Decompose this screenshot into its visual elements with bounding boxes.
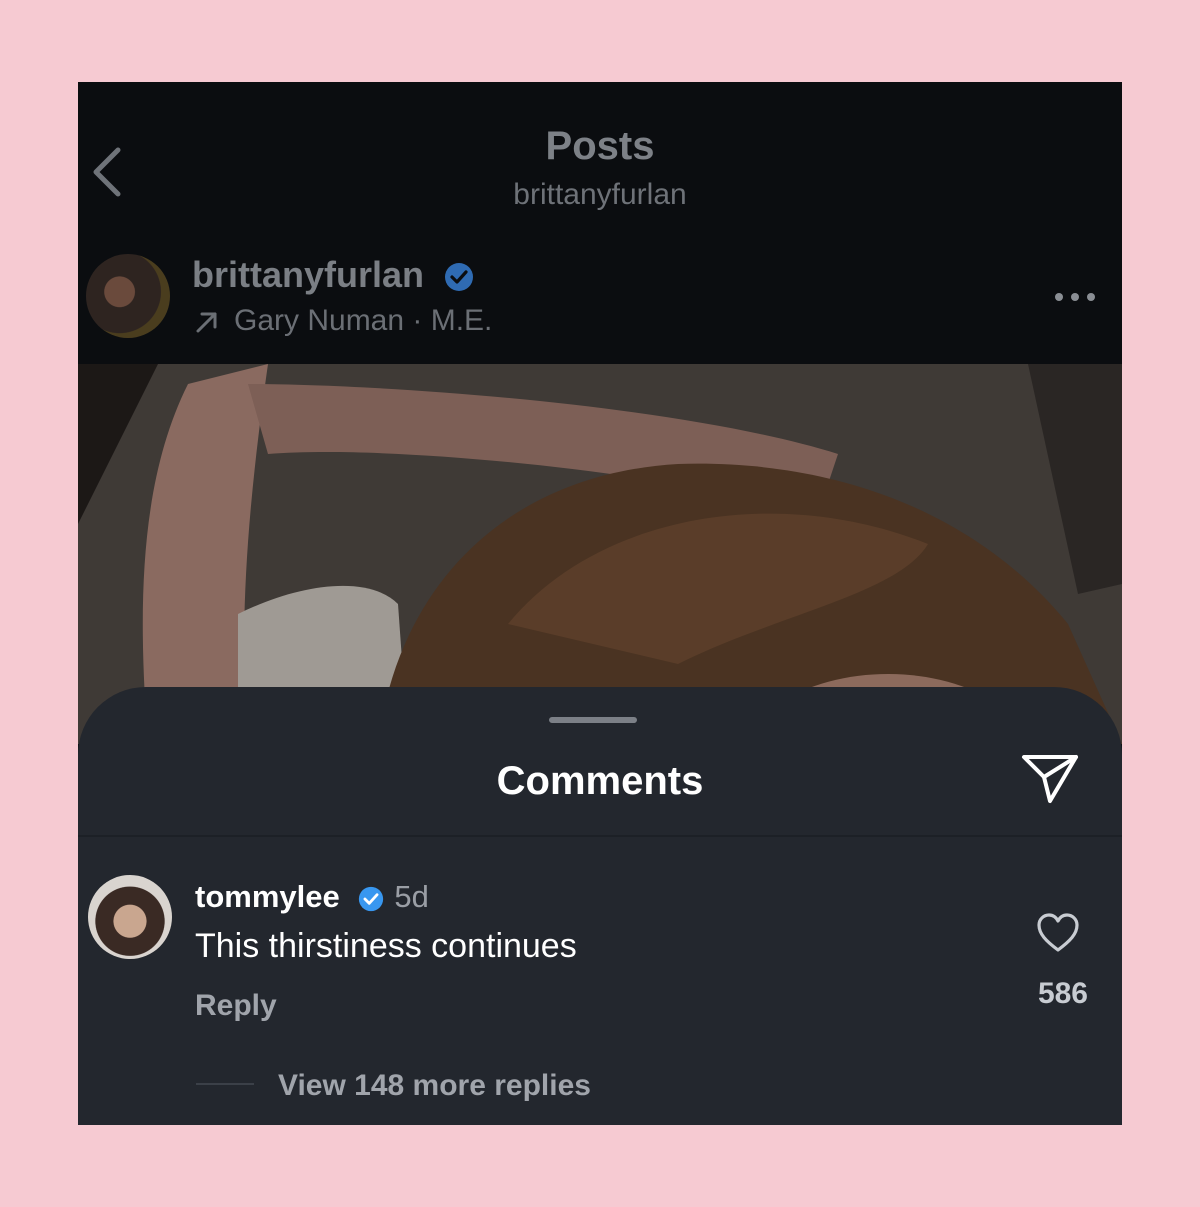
post-author-avatar[interactable] (86, 254, 170, 338)
top-nav-bar: Posts brittanyfurlan (78, 82, 1122, 232)
arrow-up-right-icon (196, 312, 217, 333)
more-dots-icon[interactable] (1054, 292, 1096, 302)
post-header: brittanyfurlan Gary Numan · M.E. (78, 232, 1122, 364)
page-title: Posts (545, 124, 655, 168)
comment-meta: tommylee 5d (195, 879, 429, 915)
divider (78, 835, 1122, 837)
view-replies-button[interactable]: View 148 more replies (278, 1069, 591, 1103)
comment-avatar[interactable] (88, 875, 172, 959)
music-attribution[interactable]: Gary Numan · M.E. (194, 304, 492, 338)
heart-icon[interactable] (1036, 913, 1080, 953)
verified-badge-icon (445, 263, 474, 292)
post-author-username[interactable]: brittanyfurlan (192, 254, 424, 295)
comment-text: This thirstiness continues (195, 927, 577, 965)
replies-line (196, 1083, 254, 1085)
like-count: 586 (1037, 977, 1088, 1010)
page-subtitle: brittanyfurlan (513, 178, 687, 211)
comments-sheet: Comments tommylee 5d This thirstiness co… (78, 687, 1122, 1125)
verified-badge-icon (359, 886, 384, 911)
music-label: Gary Numan · M.E. (234, 304, 493, 337)
reply-button[interactable]: Reply (195, 989, 277, 1023)
comment-time: 5d (394, 879, 429, 914)
comment-username[interactable]: tommylee (195, 879, 340, 914)
share-send-icon[interactable] (1020, 751, 1080, 807)
drag-handle[interactable] (549, 717, 637, 723)
instagram-screen: Posts brittanyfurlan brittanyfurlan Gary… (78, 82, 1122, 1125)
comments-title: Comments (496, 759, 704, 803)
post-author[interactable]: brittanyfurlan (192, 254, 474, 296)
